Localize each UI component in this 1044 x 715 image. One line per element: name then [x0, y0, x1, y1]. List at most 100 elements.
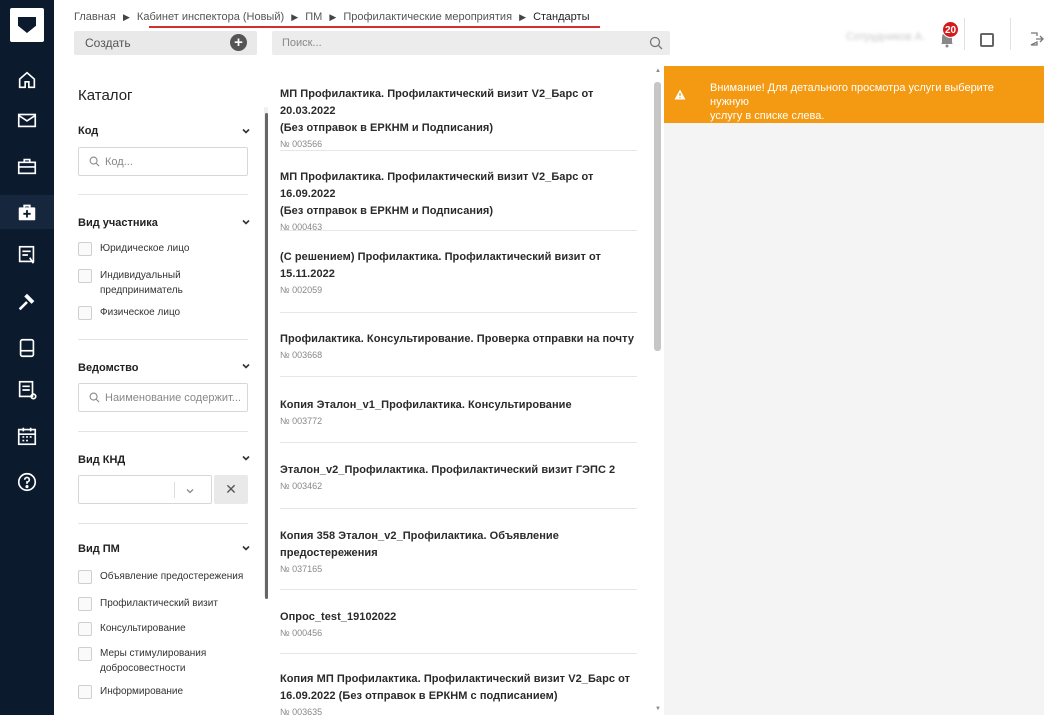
select-divider [174, 482, 175, 498]
department-filter-input[interactable] [105, 390, 243, 406]
checkbox-label: Информирование [100, 686, 184, 697]
breadcrumb-home[interactable]: Главная [74, 11, 116, 23]
checkbox[interactable] [78, 685, 92, 699]
item-title: 16.09.2022 (Без отправок в ЕРКНМ с подпи… [280, 690, 558, 702]
checklist-icon[interactable] [15, 378, 39, 402]
item-title: 15.11.2022 [280, 268, 335, 280]
item-title: МП Профилактика. Профилактический визит … [280, 88, 594, 117]
chevron-down-icon[interactable] [241, 453, 251, 463]
item-title: Эталон_v2_Профилактика. Профилактический… [280, 464, 616, 476]
mail-icon[interactable] [15, 108, 39, 132]
participant-filter-header[interactable]: Вид участника [78, 217, 158, 229]
list-item[interactable]: Профилактика. Консультирование. Проверка… [280, 331, 637, 362]
breadcrumb-preventive-measures[interactable]: Профилактические мероприятия [343, 11, 512, 23]
checkbox-label: предприниматель [100, 285, 183, 296]
breadcrumb-inspector-cabinet[interactable]: Кабинет инспектора (Новый) [137, 11, 284, 23]
header-divider [964, 18, 965, 50]
warning-icon [674, 89, 686, 100]
breadcrumb: Главная ▶ Кабинет инспектора (Новый) ▶ П… [74, 11, 590, 23]
checkbox[interactable] [78, 647, 92, 661]
item-number: № 003668 [280, 350, 323, 360]
breadcrumb-pm[interactable]: ПМ [305, 11, 322, 23]
checkbox-label: Физическое лицо [100, 307, 181, 318]
chevron-down-icon[interactable] [241, 543, 251, 553]
plus-circle-icon: + [230, 34, 247, 51]
list-item[interactable]: Копия МП Профилактика. Профилактический … [280, 671, 637, 715]
item-title: Копия МП Профилактика. Профилактический … [280, 673, 631, 685]
code-filter-input[interactable] [105, 154, 243, 170]
briefcase-icon[interactable] [15, 154, 39, 178]
scroll-up-icon[interactable]: ▲ [655, 68, 661, 74]
search-icon[interactable] [649, 36, 663, 50]
item-number: № 000463 [280, 222, 323, 232]
standards-list: МП Профилактика. Профилактический визит … [272, 66, 662, 715]
checkbox[interactable] [78, 622, 92, 636]
checkbox-label: добросовестности [100, 663, 186, 674]
checkbox[interactable] [78, 242, 92, 256]
list-item[interactable]: Эталон_v2_Профилактика. Профилактический… [280, 462, 637, 493]
section-divider [78, 523, 248, 524]
pm-filter-header[interactable]: Вид ПМ [78, 543, 120, 555]
checkbox[interactable] [78, 570, 92, 584]
item-number: № 003635 [280, 707, 323, 715]
top-header: Главная ▶ Кабинет инспектора (Новый) ▶ П… [54, 0, 1044, 66]
section-divider [78, 194, 248, 195]
list-item[interactable]: Копия Эталон_v1_Профилактика. Консультир… [280, 397, 637, 428]
breadcrumb-separator-icon: ▶ [519, 12, 527, 22]
knd-filter-header[interactable]: Вид КНД [78, 454, 125, 466]
item-title: Копия 358 Эталон_v2_Профилактика. Объявл… [280, 530, 559, 542]
list-item[interactable]: МП Профилактика. Профилактический визит … [280, 169, 637, 234]
section-divider [78, 431, 248, 432]
create-button-label: Создать [85, 36, 131, 50]
list-item[interactable]: Копия 358 Эталон_v2_Профилактика. Объявл… [280, 528, 637, 576]
section-divider [78, 339, 248, 340]
profile-icon[interactable] [980, 33, 994, 47]
checkbox[interactable] [78, 269, 92, 283]
checkbox-label: Юридическое лицо [100, 243, 190, 254]
knd-select[interactable] [78, 475, 212, 504]
item-number: № 002059 [280, 285, 323, 295]
home-icon[interactable] [15, 68, 39, 92]
breadcrumb-underline [149, 26, 600, 28]
code-filter-header[interactable]: Код [78, 125, 98, 137]
list-scrollbar-thumb[interactable] [654, 82, 661, 351]
scroll-down-icon[interactable]: ▼ [655, 706, 661, 712]
list-item[interactable]: МП Профилактика. Профилактический визит … [280, 86, 637, 151]
checkbox[interactable] [78, 306, 92, 320]
chevron-down-icon [186, 489, 194, 494]
create-button[interactable]: Создать + [74, 31, 257, 55]
calendar-icon[interactable] [15, 424, 39, 448]
chevron-down-icon[interactable] [241, 126, 251, 136]
item-title: (Без отправок в ЕРКНМ и Подписания) [280, 205, 494, 217]
chevron-down-icon[interactable] [241, 361, 251, 371]
detail-panel [664, 66, 1044, 715]
help-icon[interactable] [15, 470, 39, 494]
list-divider [280, 442, 637, 443]
filter-scrollbar-thumb[interactable] [265, 113, 268, 599]
checkbox[interactable] [78, 597, 92, 611]
medkit-icon[interactable] [15, 200, 39, 224]
item-title: предостережения [280, 547, 378, 559]
search-input[interactable] [282, 34, 642, 52]
item-title: (Без отправок в ЕРКНМ и Подписания) [280, 122, 494, 134]
nav-sidebar [0, 0, 54, 715]
gavel-icon[interactable] [15, 290, 39, 314]
chevron-down-icon[interactable] [241, 217, 251, 227]
logout-icon[interactable] [1028, 31, 1044, 47]
breadcrumb-separator-icon: ▶ [122, 12, 130, 22]
search-icon [89, 392, 100, 403]
document-icon[interactable] [15, 336, 39, 360]
list-item[interactable]: (С решением) Профилактика. Профилактичес… [280, 249, 637, 297]
list-item[interactable]: Опрос_test_19102022 № 000456 [280, 609, 637, 640]
report-icon[interactable] [15, 243, 39, 267]
user-name[interactable]: Сотрудников А. [809, 31, 925, 47]
department-filter-field [78, 383, 248, 412]
list-divider [280, 312, 637, 313]
department-filter-header[interactable]: Ведомство [78, 362, 138, 374]
app-logo[interactable] [10, 8, 44, 42]
clear-icon[interactable]: ✕ [214, 475, 248, 504]
item-number: № 000456 [280, 628, 323, 638]
item-number: № 003772 [280, 416, 323, 426]
list-divider [280, 653, 637, 654]
catalog-title: Каталог [78, 87, 133, 104]
